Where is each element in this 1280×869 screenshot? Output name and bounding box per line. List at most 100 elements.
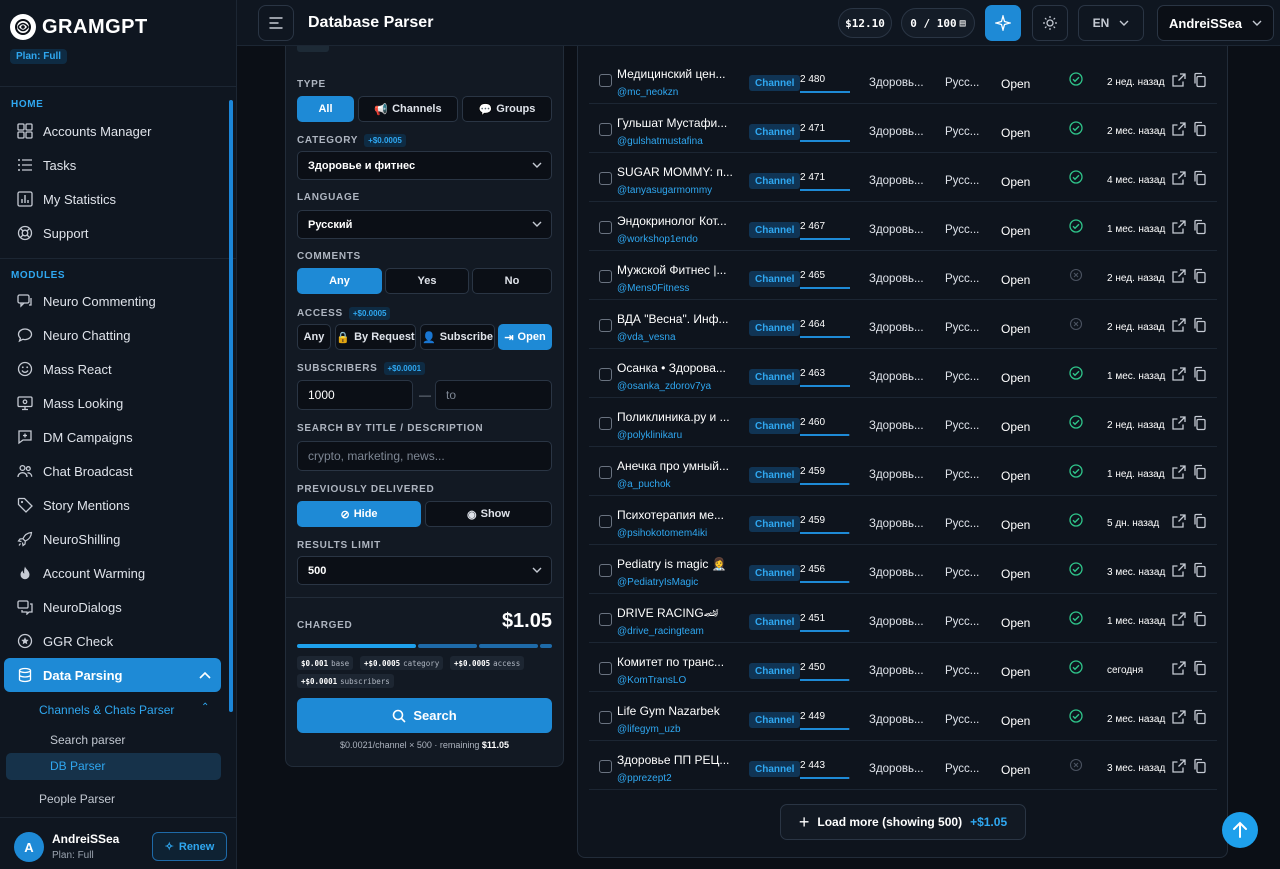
external-link-icon[interactable] — [1171, 611, 1187, 627]
table-row[interactable]: Мужской Фитнес |... @Mens0Fitness Channe… — [589, 251, 1217, 300]
ai-assistant-button[interactable] — [985, 5, 1021, 41]
sidebar-toggle-button[interactable] — [258, 5, 294, 41]
external-link-icon[interactable] — [1171, 709, 1187, 725]
sidebar-item-tasks[interactable]: Tasks — [4, 148, 221, 182]
row-title[interactable]: Pediatry is magic 👩‍⚕️ — [617, 557, 735, 571]
chevron-up-icon[interactable]: ⌃ — [201, 702, 209, 713]
external-link-icon[interactable] — [1171, 366, 1187, 382]
theme-toggle-button[interactable] — [1032, 5, 1068, 41]
row-handle[interactable]: @lifegym_uzb — [617, 724, 681, 735]
table-row[interactable]: Анечка про умный... @a_puchok Channel 2 … — [589, 447, 1217, 496]
sidebar-item-dm-campaigns[interactable]: DM Campaigns — [4, 420, 221, 454]
row-checkbox[interactable] — [599, 760, 612, 773]
row-title[interactable]: Life Gym Nazarbek — [617, 704, 735, 718]
copy-icon[interactable] — [1192, 464, 1208, 480]
row-checkbox[interactable] — [599, 74, 612, 87]
sidebar-item-neuro-chatting[interactable]: Neuro Chatting — [4, 318, 221, 352]
external-link-icon[interactable] — [1171, 660, 1187, 676]
logo[interactable]: GRAMGPT — [10, 14, 148, 40]
table-row[interactable]: SUGAR MOMMY: п... @tanyasugarmommy Chann… — [589, 153, 1217, 202]
sidebar-item-my-statistics[interactable]: My Statistics — [4, 182, 221, 216]
copy-icon[interactable] — [1192, 513, 1208, 529]
row-title[interactable]: Здоровье ПП РЕЦ... — [617, 753, 735, 767]
row-title[interactable]: Психотерапия ме... — [617, 508, 735, 522]
row-title[interactable]: Осанка • Здорова... — [617, 361, 735, 375]
row-checkbox[interactable] — [599, 564, 612, 577]
table-row[interactable]: Осанка • Здорова... @osanka_zdorov7ya Ch… — [589, 349, 1217, 398]
sidebar-item-story-mentions[interactable]: Story Mentions — [4, 488, 221, 522]
row-handle[interactable]: @drive_racingteam — [617, 626, 704, 637]
sidebar-item-chat-broadcast[interactable]: Chat Broadcast — [4, 454, 221, 488]
sidebar-sub-db-parser[interactable]: DB Parser — [6, 753, 221, 780]
results-limit-select[interactable]: 500 — [297, 556, 552, 585]
row-title[interactable]: SUGAR MOMMY: п... — [617, 165, 735, 179]
load-more-button[interactable]: + Load more (showing 500) +$1.05 — [780, 804, 1026, 840]
copy-icon[interactable] — [1192, 366, 1208, 382]
comments-any-button[interactable]: Any — [297, 268, 382, 294]
table-row[interactable]: Pediatry is magic 👩‍⚕️ @PediatryIsMagic … — [589, 545, 1217, 594]
external-link-icon[interactable] — [1171, 170, 1187, 186]
copy-icon[interactable] — [1192, 660, 1208, 676]
scroll-to-top-button[interactable] — [1222, 812, 1258, 848]
category-select[interactable]: Здоровье и фитнес — [297, 151, 552, 180]
comments-yes-button[interactable]: Yes — [385, 268, 469, 294]
sidebar-item-support[interactable]: Support — [4, 216, 221, 250]
row-checkbox[interactable] — [599, 123, 612, 136]
external-link-icon[interactable] — [1171, 415, 1187, 431]
row-handle[interactable]: @tanyasugarmommy — [617, 185, 712, 196]
row-handle[interactable]: @KomTransLO — [617, 675, 686, 686]
table-row[interactable]: Life Gym Nazarbek @lifegym_uzb Channel 2… — [589, 692, 1217, 741]
external-link-icon[interactable] — [1171, 758, 1187, 774]
copy-icon[interactable] — [1192, 709, 1208, 725]
copy-icon[interactable] — [1192, 219, 1208, 235]
row-title[interactable]: Поликлиника.ру и ... — [617, 410, 735, 424]
copy-icon[interactable] — [1192, 268, 1208, 284]
row-handle[interactable]: @osanka_zdorov7ya — [617, 381, 711, 392]
row-handle[interactable]: @psihokotomem4iki — [617, 528, 707, 539]
row-checkbox[interactable] — [599, 172, 612, 185]
type-channels-button[interactable]: 📢 Channels — [358, 96, 458, 122]
search-button[interactable]: Search — [297, 698, 552, 733]
row-title[interactable]: Эндокринолог Кот... — [617, 214, 735, 228]
copy-icon[interactable] — [1192, 562, 1208, 578]
subscribers-to-input[interactable]: to — [435, 380, 552, 410]
row-title[interactable]: Гульшат Мустафи... — [617, 116, 735, 130]
table-row[interactable]: Психотерапия ме... @psihokotomem4iki Cha… — [589, 496, 1217, 545]
row-handle[interactable]: @Mens0Fitness — [617, 283, 689, 294]
renew-button[interactable]: ✧ Renew — [152, 832, 227, 861]
copy-icon[interactable] — [1192, 121, 1208, 137]
row-checkbox[interactable] — [599, 662, 612, 675]
row-checkbox[interactable] — [599, 221, 612, 234]
type-all-button[interactable]: All — [297, 96, 354, 122]
copy-icon[interactable] — [1192, 72, 1208, 88]
access-open-button[interactable]: ⇥ Open — [498, 324, 552, 350]
external-link-icon[interactable] — [1171, 72, 1187, 88]
row-checkbox[interactable] — [599, 270, 612, 283]
sidebar-sub-group-channels-chats[interactable]: Channels & Chats Parser — [39, 703, 174, 717]
sidebar-item-neuroshilling[interactable]: NeuroShilling — [4, 522, 221, 556]
copy-icon[interactable] — [1192, 611, 1208, 627]
row-handle[interactable]: @PediatryIsMagic — [617, 577, 698, 588]
copy-icon[interactable] — [1192, 170, 1208, 186]
sidebar-item-account-warming[interactable]: Account Warming — [4, 556, 221, 590]
external-link-icon[interactable] — [1171, 562, 1187, 578]
external-link-icon[interactable] — [1171, 464, 1187, 480]
copy-icon[interactable] — [1192, 415, 1208, 431]
access-any-button[interactable]: Any — [297, 324, 331, 350]
external-link-icon[interactable] — [1171, 121, 1187, 137]
sidebar-item-ggr-check[interactable]: GGR Check — [4, 624, 221, 658]
row-checkbox[interactable] — [599, 417, 612, 430]
sidebar-item-accounts-manager[interactable]: Accounts Manager — [4, 114, 221, 148]
row-handle[interactable]: @vda_vesna — [617, 332, 676, 343]
row-title[interactable]: Комитет по транс... — [617, 655, 735, 669]
sidebar-scrollbar[interactable] — [229, 100, 233, 712]
delivered-show-button[interactable]: ◉ Show — [425, 501, 552, 527]
row-checkbox[interactable] — [599, 613, 612, 626]
sidebar-item-mass-looking[interactable]: Mass Looking — [4, 386, 221, 420]
copy-icon[interactable] — [1192, 317, 1208, 333]
row-checkbox[interactable] — [599, 466, 612, 479]
delivered-hide-button[interactable]: ⊘ Hide — [297, 501, 421, 527]
access-subscribe-button[interactable]: 👤 Subscribe — [420, 324, 495, 350]
external-link-icon[interactable] — [1171, 268, 1187, 284]
row-handle[interactable]: @gulshatmustafina — [617, 136, 703, 147]
